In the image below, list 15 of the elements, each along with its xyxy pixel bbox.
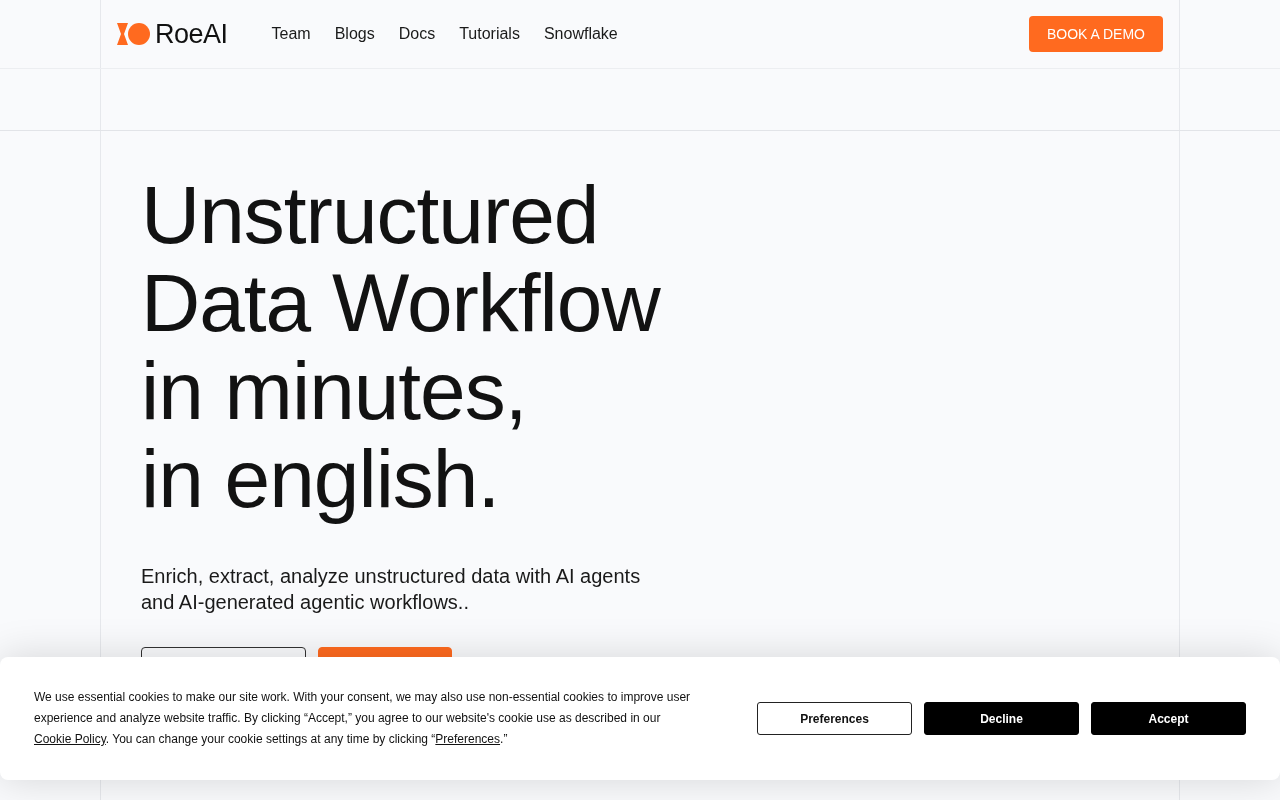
nav-link[interactable]: Tutorials bbox=[459, 25, 520, 43]
nav-link[interactable]: Snowflake bbox=[543, 25, 618, 43]
cookie-button[interactable]: Decline bbox=[924, 702, 1079, 735]
nav-link[interactable]: Team bbox=[271, 25, 311, 43]
policy-link[interactable]: Preferences bbox=[435, 732, 501, 746]
nav-link[interactable]: Docs bbox=[398, 25, 436, 43]
cookie-button[interactable]: Preferences bbox=[757, 702, 912, 735]
hero-subtitle: Enrich, extract, analyze unstructured data with AI agents and AI-generated agentic workflows.. bbox=[141, 564, 642, 615]
logo-text[interactable]: RoeAI bbox=[155, 18, 228, 50]
cookie-notice: We use essential cookies to make our site work. With your consent, we may also use non-essential cookies to improve user experience and analyze website traffic. By clicking “Accept,” you agree to our website's cookie use as described in our Cookie Policy. You can change your cookie settings at any time by clicking “Preferences.” bbox=[34, 689, 692, 748]
hero-heading: Unstructured Data Workflow in minutes, in english. bbox=[141, 171, 662, 523]
policy-link[interactable]: Cookie Policy bbox=[34, 732, 106, 746]
nav-link[interactable]: Blogs bbox=[334, 25, 375, 43]
cookie-button[interactable]: Accept bbox=[1091, 702, 1246, 735]
logo-icon bbox=[117, 22, 151, 46]
